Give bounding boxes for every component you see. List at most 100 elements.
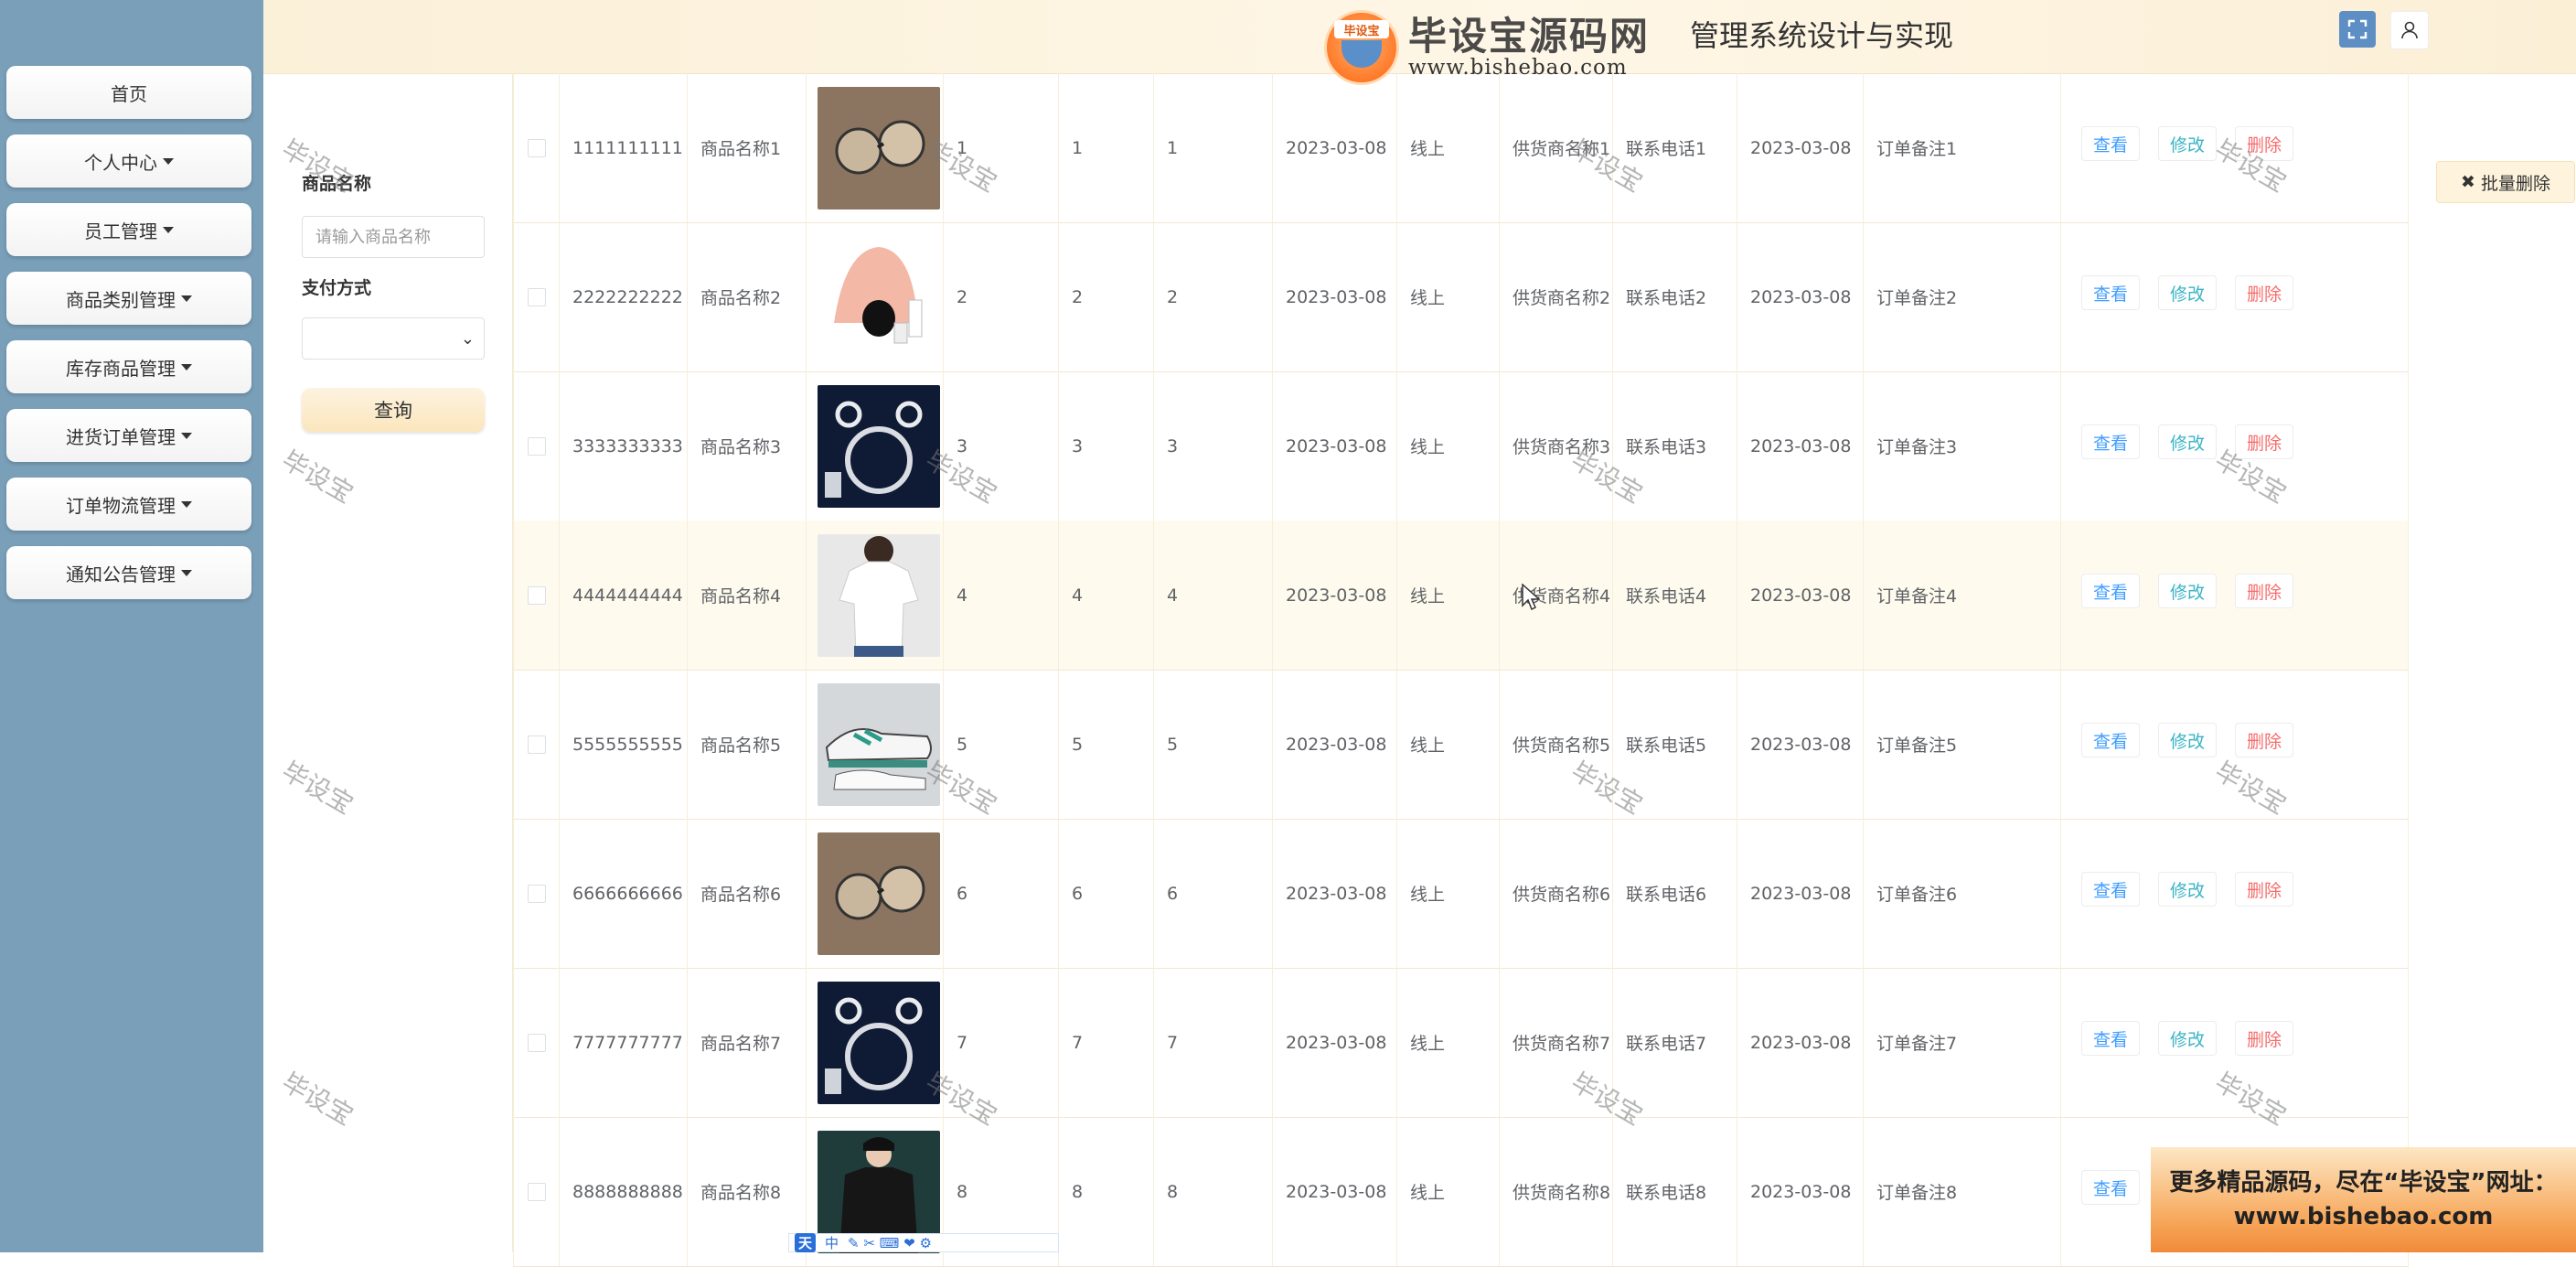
promo-line2: www.bishebao.com [2233, 1202, 2494, 1230]
cell-c2: 1 [1058, 73, 1153, 222]
image-cell [806, 371, 943, 521]
actions-cell: 查看修改删除 [2060, 371, 2409, 521]
cell-pay: 线上 [1396, 73, 1499, 222]
logo-tag: 毕设宝 [1334, 20, 1389, 38]
actions-cell: 查看修改删除 [2060, 819, 2409, 968]
sidebar-item-2[interactable]: 个人中心 [6, 134, 251, 188]
user-icon[interactable] [2390, 11, 2429, 49]
cell-phone: 联系电话6 [1612, 819, 1737, 968]
sidebar-item-4[interactable]: 商品类别管理 [6, 272, 251, 325]
query-button[interactable]: 查询 [302, 388, 485, 432]
edit-button[interactable]: 修改 [2158, 1021, 2218, 1056]
cell-date2: 2023-03-08 [1737, 73, 1863, 222]
cell-phone: 联系电话1 [1612, 73, 1737, 222]
cell-note: 订单备注4 [1863, 521, 2060, 670]
view-button[interactable]: 查看 [2081, 275, 2141, 310]
close-icon: ✖ [2461, 172, 2475, 192]
cell-date: 2023-03-08 [1272, 371, 1396, 521]
product-image [818, 384, 940, 508]
cell-c3: 6 [1153, 819, 1272, 968]
cell-date2: 2023-03-08 [1737, 222, 1863, 371]
sidebar-item-6[interactable]: 进货订单管理 [6, 409, 251, 462]
sidebar-item-7[interactable]: 订单物流管理 [6, 478, 251, 531]
row-checkbox[interactable] [527, 138, 546, 157]
sidebar-item-1[interactable]: 首页 [6, 66, 251, 119]
edit-button[interactable]: 修改 [2158, 424, 2218, 459]
sidebar-item-3[interactable]: 员工管理 [6, 203, 251, 256]
view-button[interactable]: 查看 [2081, 1021, 2141, 1056]
cell-code: 2222222222 [559, 222, 687, 371]
cell-phone: 联系电话3 [1612, 371, 1737, 521]
ime-tools-icon: ✎ ✂ ⌨ ❤ ⚙ [848, 1234, 932, 1251]
cell-supplier: 供货商名称4 [1499, 521, 1612, 670]
sidebar-item-5[interactable]: 库存商品管理 [6, 340, 251, 393]
delete-button[interactable]: 删除 [2235, 872, 2294, 907]
view-button[interactable]: 查看 [2081, 872, 2141, 907]
batch-delete-button[interactable]: ✖ 批量删除 [2436, 161, 2575, 203]
image-cell [806, 670, 943, 819]
watermark-text: 毕设宝 [276, 756, 358, 821]
table-row: 4444444444 商品名称4 4 4 4 2023-03-08 线上 供货商名称4 联系电话… [513, 521, 2409, 671]
cell-code: 6666666666 [559, 819, 687, 968]
row-checkbox[interactable] [527, 1182, 546, 1201]
sidebar: 首页个人中心员工管理商品类别管理 库存商品管理 进货订单管理 订单物流管理 通知公告管理 [0, 0, 263, 1252]
top-header: 毕设宝 毕设宝源码网 www.bishebao.com 管理系统设计与实现 [263, 0, 2576, 85]
product-image [818, 235, 940, 359]
cell-c1: 2 [943, 222, 1058, 371]
product-image [818, 832, 940, 955]
cell-supplier: 供货商名称5 [1499, 670, 1612, 819]
view-button[interactable]: 查看 [2081, 574, 2141, 608]
cell-supplier: 供货商名称8 [1499, 1117, 1612, 1266]
row-checkbox[interactable] [527, 735, 546, 754]
cell-phone: 联系电话8 [1612, 1117, 1737, 1266]
cell-phone: 联系电话4 [1612, 521, 1737, 670]
image-cell [806, 968, 943, 1117]
product-name-input[interactable] [302, 216, 485, 258]
caret-down-icon [181, 500, 192, 508]
cell-c3: 1 [1153, 73, 1272, 222]
delete-button[interactable]: 删除 [2235, 424, 2294, 459]
cell-date2: 2023-03-08 [1737, 371, 1863, 521]
cell-name: 商品名称5 [687, 670, 806, 819]
cell-code: 7777777777 [559, 968, 687, 1117]
row-checkbox[interactable] [527, 884, 546, 903]
edit-button[interactable]: 修改 [2158, 126, 2218, 161]
cell-c2: 3 [1058, 371, 1153, 521]
cell-c1: 3 [943, 371, 1058, 521]
cell-c2: 8 [1058, 1117, 1153, 1266]
fullscreen-icon[interactable] [2339, 11, 2376, 48]
edit-button[interactable]: 修改 [2158, 723, 2218, 757]
cell-c2: 2 [1058, 222, 1153, 371]
cell-date2: 2023-03-08 [1737, 521, 1863, 670]
cell-code: 1111111111 [559, 73, 687, 222]
cell-c1: 6 [943, 819, 1058, 968]
image-cell [806, 73, 943, 222]
row-checkbox[interactable] [527, 287, 546, 306]
cell-date: 2023-03-08 [1272, 968, 1396, 1117]
delete-button[interactable]: 删除 [2235, 723, 2294, 757]
view-button[interactable]: 查看 [2081, 126, 2141, 161]
payment-method-select[interactable]: ⌄ [302, 317, 485, 360]
cell-note: 订单备注1 [1863, 73, 2060, 222]
edit-button[interactable]: 修改 [2158, 872, 2218, 907]
delete-button[interactable]: 删除 [2235, 275, 2294, 310]
delete-button[interactable]: 删除 [2235, 1021, 2294, 1056]
cell-name: 商品名称4 [687, 521, 806, 670]
row-checkbox[interactable] [527, 585, 546, 605]
delete-button[interactable]: 删除 [2235, 126, 2294, 161]
edit-button[interactable]: 修改 [2158, 574, 2218, 608]
cell-c3: 7 [1153, 968, 1272, 1117]
delete-button[interactable]: 删除 [2235, 574, 2294, 608]
cell-c2: 4 [1058, 521, 1153, 670]
row-checkbox[interactable] [527, 436, 546, 456]
table-row: 5555555555 商品名称5 5 5 5 2023-03-08 线上 供货商名称5 联系电话… [513, 670, 2409, 820]
view-button[interactable]: 查看 [2081, 723, 2141, 757]
ime-toolbar[interactable]: 天 中 ✎ ✂ ⌨ ❤ ⚙ [788, 1233, 1059, 1252]
row-checkbox[interactable] [527, 1033, 546, 1052]
checkbox-cell [513, 819, 559, 968]
view-button[interactable]: 查看 [2081, 424, 2141, 459]
sidebar-item-8[interactable]: 通知公告管理 [6, 546, 251, 599]
page-title: 管理系统设计与实现 [1690, 18, 1954, 53]
view-button[interactable]: 查看 [2081, 1170, 2141, 1205]
edit-button[interactable]: 修改 [2158, 275, 2218, 310]
